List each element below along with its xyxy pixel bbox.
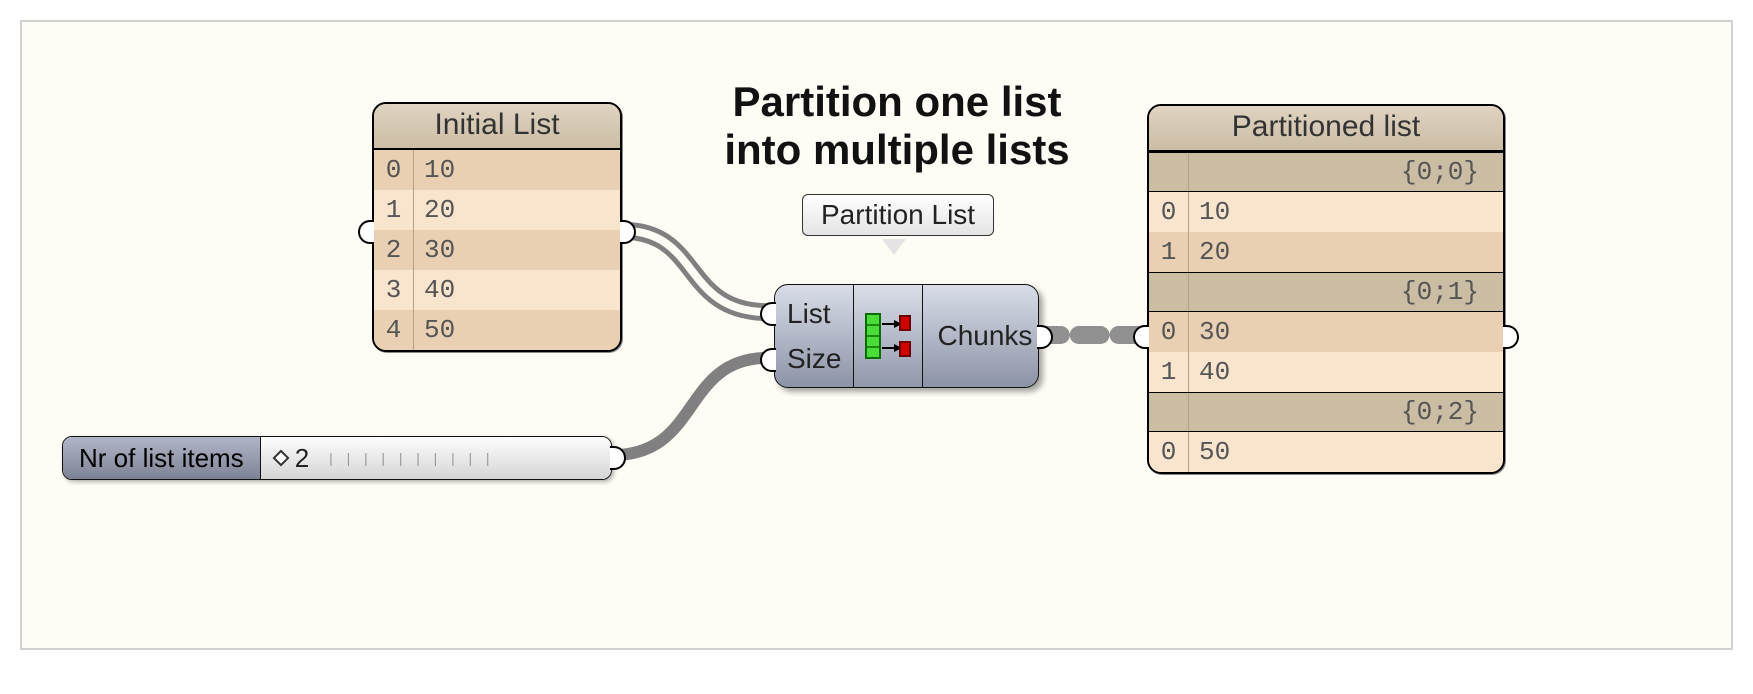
list-item: 450 <box>374 310 620 350</box>
branch-path-row: {0;1} <box>1149 272 1503 312</box>
list-item: 050 <box>1149 432 1503 472</box>
input-list-label: List <box>787 298 841 330</box>
panel-output-grip[interactable] <box>620 220 636 244</box>
slider-output-grip[interactable] <box>610 446 626 470</box>
output-chunks-label: Chunks <box>923 285 1046 387</box>
partition-list-component[interactable]: List Size Chunks <box>774 284 1039 388</box>
diagram-title: Partition one list into multiple lists <box>682 78 1112 175</box>
panel-body: {0;0} 010 120 {0;1} 030 140 {0;2} 050 <box>1149 152 1503 472</box>
number-slider[interactable]: Nr of list items 2 | | | | | | | | | | <box>62 436 612 480</box>
panel-output-grip[interactable] <box>1503 325 1519 349</box>
tooltip-label: Partition List <box>821 199 975 230</box>
panel-input-grip[interactable] <box>358 220 374 244</box>
list-item: 140 <box>1149 352 1503 392</box>
component-chunks-grip[interactable] <box>1037 325 1053 349</box>
panel-input-grip[interactable] <box>1133 325 1149 349</box>
list-item: 230 <box>374 230 620 270</box>
list-item: 340 <box>374 270 620 310</box>
branch-path-row: {0;0} <box>1149 152 1503 192</box>
slider-label: Nr of list items <box>63 437 261 479</box>
slider-handle-icon[interactable] <box>272 450 289 467</box>
list-item: 120 <box>374 190 620 230</box>
partitioned-list-panel[interactable]: Partitioned list {0;0} 010 120 {0;1} 030… <box>1147 104 1505 474</box>
list-item: 030 <box>1149 312 1503 352</box>
panel-title: Partitioned list <box>1149 106 1503 152</box>
grasshopper-canvas[interactable]: Initial List 010 120 230 340 450 Partiti… <box>20 20 1733 650</box>
list-item: 010 <box>1149 192 1503 232</box>
panel-body: 010 120 230 340 450 <box>374 150 620 350</box>
slider-track[interactable]: 2 | | | | | | | | | | <box>261 437 611 479</box>
component-icon-area <box>853 285 923 387</box>
title-line-2: into multiple lists <box>724 126 1069 173</box>
partition-list-icon <box>864 310 912 362</box>
component-tooltip: Partition List <box>802 194 994 236</box>
component-list-grip[interactable] <box>760 302 776 326</box>
slider-ticks: | | | | | | | | | | <box>329 450 491 466</box>
input-size-label: Size <box>787 343 841 375</box>
initial-list-panel[interactable]: Initial List 010 120 230 340 450 <box>372 102 622 352</box>
slider-value: 2 <box>295 443 309 474</box>
component-size-grip[interactable] <box>760 348 776 372</box>
branch-path-row: {0;2} <box>1149 392 1503 432</box>
component-inputs: List Size <box>775 285 853 387</box>
title-line-1: Partition one list <box>732 78 1061 125</box>
list-item: 010 <box>374 150 620 190</box>
list-item: 120 <box>1149 232 1503 272</box>
tooltip-tail-icon <box>882 239 906 255</box>
panel-title: Initial List <box>374 104 620 150</box>
